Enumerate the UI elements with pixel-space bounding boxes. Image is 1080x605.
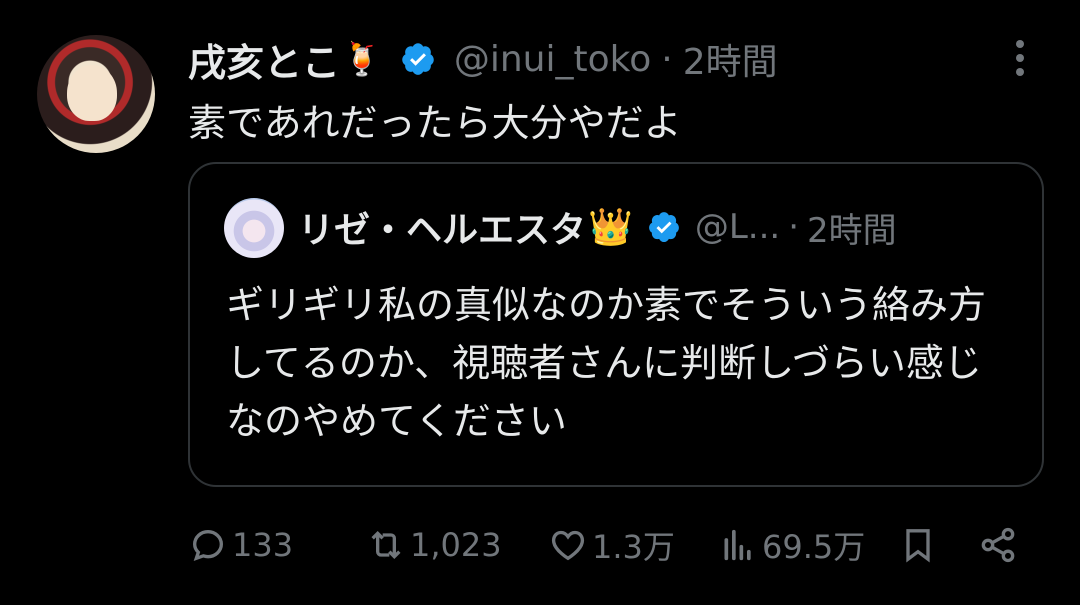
separator-dot: · xyxy=(661,38,673,80)
repost-button[interactable]: 1,023 xyxy=(366,520,502,570)
repost-count: 1,023 xyxy=(410,526,502,564)
author-avatar[interactable] xyxy=(37,35,155,153)
verified-icon[interactable] xyxy=(400,41,436,77)
verified-icon xyxy=(648,212,679,243)
quoted-author-handle: @L... xyxy=(694,207,781,247)
bookmark-button[interactable] xyxy=(898,520,942,570)
bookmark-icon xyxy=(906,529,930,563)
more-icon[interactable] xyxy=(1010,38,1030,78)
separator-dot: · xyxy=(788,207,800,247)
action-bar: 133 1,023 1.3万 69.5万 xyxy=(188,520,1028,570)
quoted-author-name: リゼ・ヘルエスタ xyxy=(298,210,587,251)
tweet-header: 戌亥とこ 🍹 @inui_toko · 2時間 xyxy=(188,32,778,87)
author-name[interactable]: 戌亥とこ xyxy=(188,32,340,87)
reply-button[interactable]: 133 xyxy=(188,520,293,570)
tweet-text: 素であれだったら大分やだよ xyxy=(188,101,682,145)
reply-icon xyxy=(192,529,224,562)
views-button[interactable]: 69.5万 xyxy=(718,520,865,570)
reply-count: 133 xyxy=(232,526,294,564)
views-icon xyxy=(724,529,751,561)
author-emoji: 🍹 xyxy=(342,40,382,78)
repost-icon xyxy=(371,530,401,560)
quoted-tweet-card[interactable]: リゼ・ヘルエスタ 👑 @L... · 2時間 ギリギリ私の真似なのか素でそういう… xyxy=(188,162,1044,487)
quoted-tweet-header: リゼ・ヘルエスタ 👑 @L... · 2時間 xyxy=(298,202,897,252)
quoted-author-emoji: 👑 xyxy=(588,207,633,248)
quoted-author-avatar[interactable] xyxy=(224,198,284,258)
quoted-tweet-time: 2時間 xyxy=(807,210,897,251)
tweet-time[interactable]: 2時間 xyxy=(683,33,778,85)
like-icon xyxy=(551,530,585,561)
like-button[interactable]: 1.3万 xyxy=(548,520,675,570)
share-icon xyxy=(981,527,1015,563)
author-handle[interactable]: @inui_toko xyxy=(454,39,651,80)
share-button[interactable] xyxy=(978,520,1022,570)
like-count: 1.3万 xyxy=(592,528,675,566)
quoted-tweet-text: ギリギリ私の真似なのか素でそういう絡み方してるのか、視聴者さんに判断しづらい感じ… xyxy=(226,283,987,443)
views-count: 69.5万 xyxy=(762,528,866,566)
